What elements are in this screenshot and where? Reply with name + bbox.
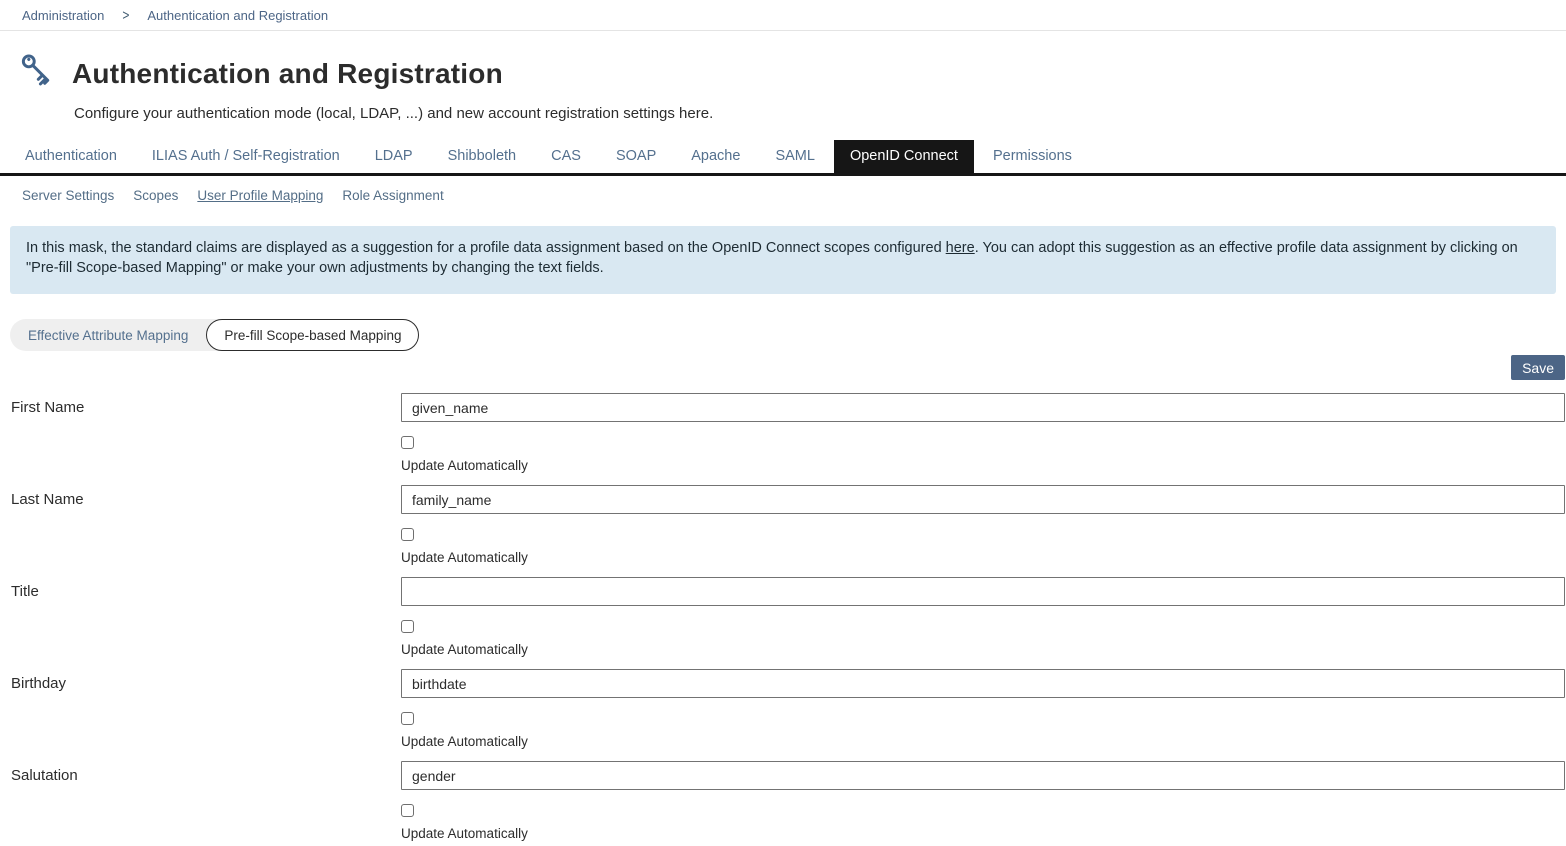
update-automatically-label: Update Automatically bbox=[401, 458, 1565, 473]
subtab-user-profile-mapping[interactable]: User Profile Mapping bbox=[197, 188, 323, 203]
claim-input[interactable] bbox=[401, 761, 1565, 790]
tab-soap[interactable]: SOAP bbox=[616, 140, 656, 173]
update-automatically-checkbox[interactable] bbox=[401, 436, 414, 449]
tab-shibboleth[interactable]: Shibboleth bbox=[448, 140, 517, 173]
save-button[interactable]: Save bbox=[1511, 355, 1565, 380]
field-label: First Name bbox=[11, 393, 401, 485]
field-label: Last Name bbox=[11, 485, 401, 577]
tab-ilias-auth-self-registration[interactable]: ILIAS Auth / Self-Registration bbox=[152, 140, 340, 173]
update-automatically-label: Update Automatically bbox=[401, 550, 1565, 565]
user-profile-mapping-form: First Name Update Automatically Last Nam… bbox=[0, 393, 1566, 846]
form-toolbar: Save bbox=[0, 355, 1565, 380]
here-link[interactable]: here bbox=[946, 240, 975, 256]
tab-saml[interactable]: SAML bbox=[775, 140, 815, 173]
tab-cas[interactable]: CAS bbox=[551, 140, 581, 173]
form-row: Last Name Update Automatically bbox=[11, 485, 1566, 577]
key-icon bbox=[12, 53, 54, 95]
update-automatically-checkbox[interactable] bbox=[401, 620, 414, 633]
field-label: Birthday bbox=[11, 669, 401, 761]
subtab-server-settings[interactable]: Server Settings bbox=[22, 188, 114, 203]
subtab-bar: Server Settings Scopes User Profile Mappin… bbox=[0, 188, 1566, 203]
tab-bar: Authentication ILIAS Auth / Self-Registra… bbox=[0, 140, 1566, 176]
breadcrumb-link-auth-registration[interactable]: Authentication and Registration bbox=[147, 8, 328, 23]
update-automatically-label: Update Automatically bbox=[401, 642, 1565, 657]
field-label: Title bbox=[11, 577, 401, 669]
update-automatically-checkbox[interactable] bbox=[401, 804, 414, 817]
update-automatically-checkbox[interactable] bbox=[401, 528, 414, 541]
page-subtitle: Configure your authentication mode (loca… bbox=[74, 105, 1566, 122]
tab-apache[interactable]: Apache bbox=[691, 140, 740, 173]
info-text-before: In this mask, the standard claims are di… bbox=[26, 240, 946, 256]
mapping-view-control: Effective Attribute MappingPre-fill Scop… bbox=[10, 319, 419, 351]
tab-permissions[interactable]: Permissions bbox=[993, 140, 1072, 173]
claim-input[interactable] bbox=[401, 669, 1565, 698]
form-row: Birthday Update Automatically bbox=[11, 669, 1566, 761]
claim-input[interactable] bbox=[401, 485, 1565, 514]
form-row: Salutation Update Automatically bbox=[11, 761, 1566, 846]
form-row: Title Update Automatically bbox=[11, 577, 1566, 669]
view-control-option-effective-attribute-mapping[interactable]: Effective Attribute Mapping bbox=[10, 319, 206, 351]
subtab-scopes[interactable]: Scopes bbox=[133, 188, 178, 203]
view-control-option-pre-fill-scope-based-mapping[interactable]: Pre-fill Scope-based Mapping bbox=[206, 319, 419, 351]
update-automatically-label: Update Automatically bbox=[401, 826, 1565, 841]
update-automatically-label: Update Automatically bbox=[401, 734, 1565, 749]
update-automatically-checkbox[interactable] bbox=[401, 712, 414, 725]
claim-input[interactable] bbox=[401, 393, 1565, 422]
chevron-right-icon: > bbox=[122, 6, 129, 24]
page-header: Authentication and Registration Configur… bbox=[0, 31, 1566, 122]
page-title: Authentication and Registration bbox=[72, 58, 503, 90]
subtab-role-assignment[interactable]: Role Assignment bbox=[342, 188, 443, 203]
form-row: First Name Update Automatically bbox=[11, 393, 1566, 485]
field-label: Salutation bbox=[11, 761, 401, 846]
claim-input[interactable] bbox=[401, 577, 1565, 606]
breadcrumb: Administration > Authentication and Regi… bbox=[0, 0, 1566, 31]
breadcrumb-link-administration[interactable]: Administration bbox=[22, 8, 104, 23]
tab-authentication[interactable]: Authentication bbox=[25, 140, 117, 173]
info-message: In this mask, the standard claims are di… bbox=[10, 226, 1556, 294]
tab-ldap[interactable]: LDAP bbox=[375, 140, 413, 173]
tab-openid-connect[interactable]: OpenID Connect bbox=[834, 140, 974, 173]
